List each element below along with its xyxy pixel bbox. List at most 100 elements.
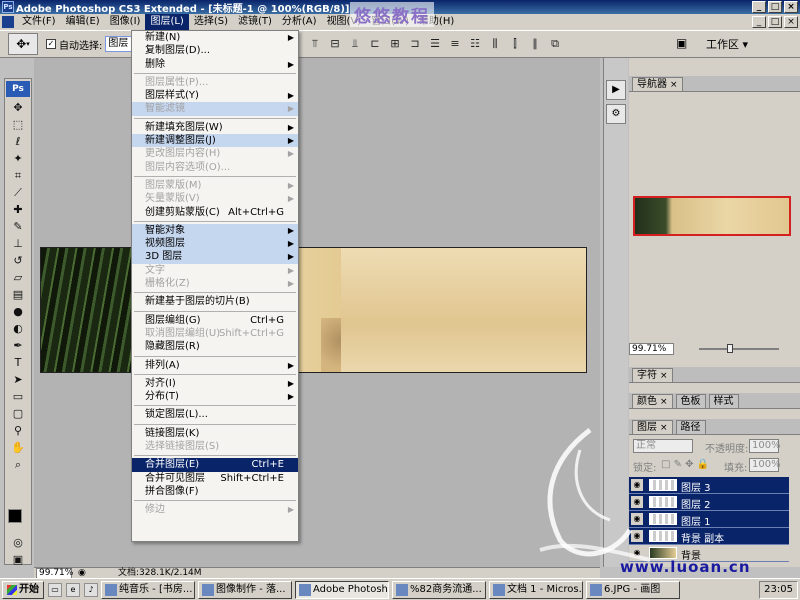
blur-tool-icon[interactable]: ● — [5, 303, 31, 320]
crop-tool-icon[interactable]: ⌗ — [5, 167, 31, 184]
layer-row[interactable]: ◉ 图层 2 — [629, 494, 789, 511]
eye-icon[interactable]: ◉ — [631, 496, 643, 508]
zoom-tool-icon[interactable]: ⌕ — [5, 456, 31, 473]
close-icon[interactable]: × — [660, 423, 668, 433]
magic-wand-tool-icon[interactable]: ✦ — [5, 150, 31, 167]
distribute-hcenter-icon[interactable]: ⫿ — [508, 37, 522, 51]
distribute-left-icon[interactable]: ⫼ — [488, 37, 502, 51]
menu-layer[interactable]: 图层(L) — [145, 14, 189, 30]
move-tool-icon[interactable]: ✥ — [5, 99, 31, 116]
tab-swatches[interactable]: 色板 — [675, 394, 706, 408]
photoshop-logo[interactable]: Ps — [6, 81, 30, 97]
navigator-zoom-field[interactable]: 99.71% — [629, 343, 674, 355]
distribute-right-icon[interactable]: ∥ — [528, 37, 542, 51]
navigator-zoom-slider[interactable] — [699, 348, 779, 350]
marquee-tool-icon[interactable]: ⬚ — [5, 116, 31, 133]
hand-tool-icon[interactable]: ✋ — [5, 439, 31, 456]
screen-mode-icon[interactable]: ▣ — [5, 551, 31, 568]
path-select-tool-icon[interactable]: ➤ — [5, 371, 31, 388]
layer-menu-item[interactable]: 3D 图层 ▶ — [132, 250, 298, 264]
tab-character[interactable]: 字符 × — [632, 368, 673, 382]
taskbar-task-button[interactable]: 图像制作 - 落... — [198, 580, 292, 599]
tab-paths[interactable]: 路径 — [675, 420, 706, 434]
history-brush-tool-icon[interactable]: ↺ — [5, 252, 31, 269]
layer-menu-item[interactable]: 视频图层 ▶ — [132, 237, 298, 251]
eye-icon[interactable]: ◉ — [631, 479, 643, 491]
menu-filter[interactable]: 滤镜(T) — [233, 14, 277, 30]
workspace-switch-icon[interactable]: ▣ — [676, 36, 694, 52]
gradient-tool-icon[interactable]: ▤ — [5, 286, 31, 303]
align-left-icon[interactable]: ⊏ — [368, 37, 382, 51]
layer-menu-item[interactable]: 分布(T) ▶ — [132, 390, 298, 403]
foreground-color-swatch[interactable] — [8, 509, 22, 523]
eye-icon[interactable]: ◉ — [631, 513, 643, 525]
layer-menu-item[interactable]: 隐藏图层(R) — [132, 340, 298, 353]
eye-icon[interactable]: ◉ — [631, 530, 643, 542]
align-hcenter-icon[interactable]: ⊞ — [388, 37, 402, 51]
taskbar-task-button[interactable]: 6.JPG - 画图 — [586, 580, 680, 599]
dodge-tool-icon[interactable]: ◐ — [5, 320, 31, 337]
layer-menu-item[interactable]: 拼合图像(F) — [132, 485, 298, 498]
blend-mode-select[interactable]: 正常 — [633, 439, 693, 453]
taskbar-task-button[interactable]: 纯音乐 - [书房... — [101, 580, 195, 599]
layer-menu-item[interactable]: 对齐(I) ▶ — [132, 377, 298, 390]
doc-close-button[interactable]: × — [784, 16, 798, 28]
layer-menu-item[interactable]: 新建基于图层的切片(B) — [132, 295, 298, 308]
minimize-button[interactable]: _ — [752, 1, 766, 13]
layer-menu-item[interactable]: 智能对象 ▶ — [132, 223, 298, 238]
tab-color[interactable]: 颜色 × — [632, 394, 673, 408]
eraser-tool-icon[interactable]: ▱ — [5, 269, 31, 286]
workspace-menu[interactable]: 工作区 ▾ — [706, 36, 748, 52]
menu-file[interactable]: 文件(F) — [17, 14, 61, 30]
layer-menu-item[interactable]: 图层编组(G) Ctrl+G — [132, 314, 298, 327]
taskbar-task-button[interactable]: %82商务流通... — [392, 580, 486, 599]
move-tool-preset[interactable]: ✥ ▾ — [8, 33, 38, 55]
navigator-preview[interactable] — [633, 196, 791, 236]
play-action-icon[interactable]: ▶ — [606, 80, 626, 100]
slice-tool-icon[interactable]: ⟋ — [5, 184, 31, 201]
layer-menu-item[interactable]: 新建(N) ▶ — [132, 31, 298, 44]
maximize-button[interactable]: □ — [768, 1, 782, 13]
status-info-icon[interactable]: ◉ — [78, 568, 86, 578]
tab-layers[interactable]: 图层 × — [632, 420, 673, 434]
brush-tool-icon[interactable]: ✎ — [5, 218, 31, 235]
layer-menu-item[interactable]: 链接图层(K) — [132, 427, 298, 440]
close-icon[interactable]: × — [660, 397, 668, 407]
tab-styles[interactable]: 样式 — [708, 394, 739, 408]
opacity-field[interactable]: 100% — [749, 439, 781, 453]
lock-icons[interactable]: □ ✎ ✥ 🔒 — [661, 459, 709, 470]
distribute-bottom-icon[interactable]: ☷ — [468, 37, 482, 51]
layer-menu-item[interactable]: 合并图层(E) Ctrl+E — [132, 458, 298, 472]
auto-align-icon[interactable]: ⧉ — [548, 37, 562, 51]
align-vcenter-icon[interactable]: ⊟ — [328, 37, 342, 51]
menu-edit[interactable]: 编辑(E) — [61, 14, 105, 30]
stamp-tool-icon[interactable]: ⊥ — [5, 235, 31, 252]
layer-menu-item[interactable]: 新建填充图层(W) ▶ — [132, 121, 298, 134]
tool-presets-icon[interactable]: ⚙ — [606, 104, 626, 124]
layer-menu-item[interactable]: 排列(A) ▶ — [132, 359, 298, 372]
auto-select-checkbox[interactable]: ✓ — [46, 39, 56, 49]
taskbar-task-button[interactable]: 文档 1 - Micros... — [489, 580, 583, 599]
lasso-tool-icon[interactable]: ℓ — [5, 133, 31, 150]
media-icon[interactable]: ♪ — [84, 582, 98, 597]
align-top-icon[interactable]: ⫪ — [308, 37, 322, 51]
ie-icon[interactable]: e — [66, 582, 80, 597]
taskbar-task-button[interactable]: Adobe Photosh... — [295, 580, 389, 599]
notes-tool-icon[interactable]: ▢ — [5, 405, 31, 422]
navigator-zoom-knob[interactable] — [727, 344, 733, 353]
layer-menu-item[interactable]: 创建剪贴蒙版(C) Alt+Ctrl+G — [132, 206, 298, 219]
pen-tool-icon[interactable]: ✒ — [5, 337, 31, 354]
quick-mask-icon[interactable]: ◎ — [5, 534, 31, 551]
type-tool-icon[interactable]: T — [5, 354, 31, 371]
layer-row[interactable]: ◉ 背景 副本 — [629, 528, 789, 545]
close-icon[interactable]: × — [670, 80, 678, 90]
distribute-top-icon[interactable]: ☰ — [428, 37, 442, 51]
fill-field[interactable]: 100% — [749, 458, 781, 472]
layer-menu-item[interactable]: 锁定图层(L)... — [132, 408, 298, 421]
layer-menu-item[interactable]: 新建调整图层(J) ▶ — [132, 134, 298, 148]
menu-select[interactable]: 选择(S) — [189, 14, 233, 30]
layer-menu-item[interactable]: 删除 ▶ — [132, 58, 298, 71]
close-icon[interactable]: × — [660, 371, 668, 381]
show-desktop-icon[interactable]: ▭ — [48, 582, 62, 597]
clock[interactable]: 23:05 — [764, 584, 793, 595]
